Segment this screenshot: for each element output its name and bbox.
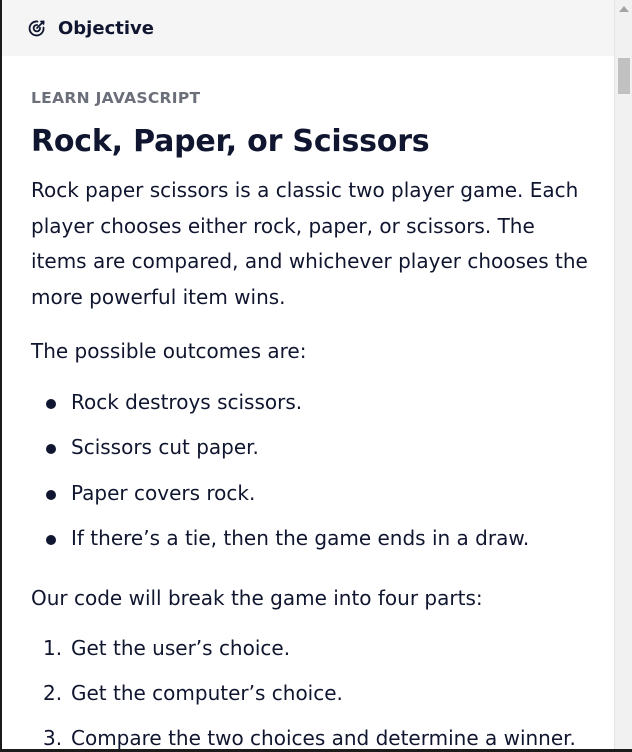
outcomes-list: Rock destroys scissors. Scissors cut pap… — [31, 389, 591, 571]
course-label: LEARN JAVASCRIPT — [31, 89, 201, 107]
list-item-text: Paper covers rock. — [71, 480, 256, 505]
list-item: 1. Get the user’s choice. — [31, 635, 591, 680]
bullet-icon — [46, 444, 56, 454]
list-number: 3. — [43, 726, 63, 750]
list-number: 1. — [43, 636, 63, 660]
list-item-text: If there’s a tie, then the game ends in … — [71, 526, 530, 550]
bullet-icon — [46, 398, 56, 409]
list-item: If there’s a tie, then the game ends in … — [31, 525, 591, 571]
intro-paragraph: Rock paper scissors is a classic two pla… — [31, 178, 588, 309]
list-item-text: Rock destroys scissors. — [71, 389, 303, 414]
list-item-text: Get the user’s choice. — [71, 636, 291, 660]
panel-header: Objective — [2, 0, 616, 56]
parts-list: 1. Get the user’s choice. 2. Get the com… — [31, 635, 591, 750]
parts-heading: Our code will break the game into four p… — [31, 585, 483, 610]
scroll-up-arrow-icon[interactable] — [619, 6, 629, 12]
scrollbar-thumb[interactable] — [618, 58, 630, 94]
list-item-text: Get the computer’s choice. — [71, 681, 343, 705]
list-item: Paper covers rock. — [31, 480, 591, 526]
list-item-text: Scissors cut paper. — [71, 435, 259, 459]
lesson-content: LEARN JAVASCRIPT Rock, Paper, or Scissor… — [31, 88, 591, 750]
target-icon — [26, 17, 48, 39]
list-item: 2. Get the computer’s choice. — [31, 680, 591, 725]
bullet-icon — [46, 535, 56, 545]
bullet-icon — [46, 489, 56, 500]
lesson-title: Rock, Paper, or Scissors — [31, 124, 430, 159]
outcomes-heading: The possible outcomes are: — [31, 339, 307, 363]
list-number: 2. — [43, 681, 63, 705]
vertical-scrollbar[interactable] — [614, 0, 632, 749]
list-item: Scissors cut paper. — [31, 434, 591, 480]
list-item: Rock destroys scissors. — [31, 389, 591, 435]
list-item: 3. Compare the two choices and determine… — [31, 725, 591, 750]
list-item-text: Compare the two choices and determine a … — [71, 726, 576, 750]
panel-title: Objective — [58, 17, 154, 39]
objective-panel: Objective LEARN JAVASCRIPT Rock, Paper, … — [0, 0, 632, 752]
